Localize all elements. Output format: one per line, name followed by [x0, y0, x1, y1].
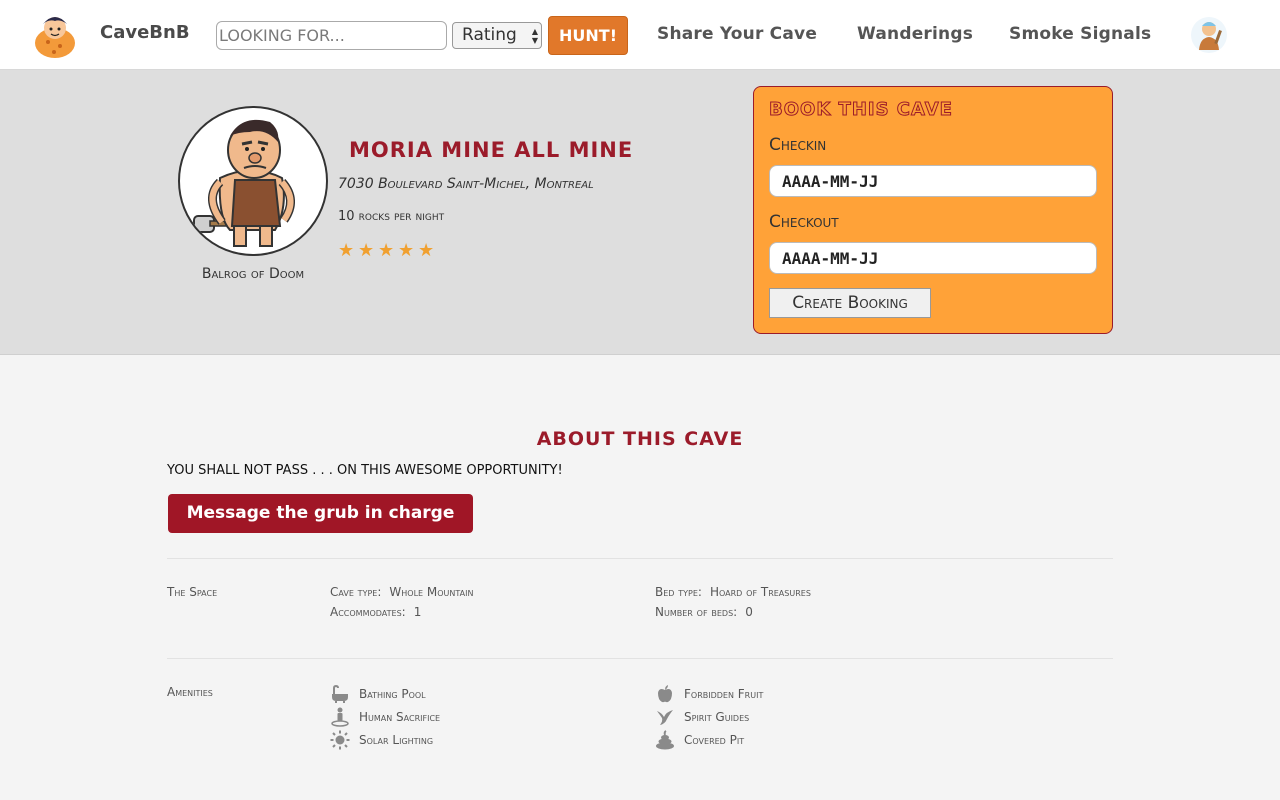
apple-icon	[658, 685, 672, 703]
beds-value: 0	[745, 605, 753, 619]
amenities-section-label: Amenities	[167, 685, 213, 699]
bed-type-value: Hoard of Treasures	[709, 585, 811, 599]
star-icon: ★	[418, 240, 436, 261]
checkout-label: Checkout	[769, 212, 839, 232]
divider	[167, 558, 1113, 559]
nav-link-wanderings[interactable]: Wanderings	[857, 24, 973, 44]
nav-link-smoke-signals[interactable]: Smoke Signals	[1009, 24, 1151, 44]
star-icon: ★	[398, 240, 416, 261]
about-description: YOU SHALL NOT PASS . . . ON THIS AWESOME…	[167, 463, 563, 478]
checkin-date-input[interactable]	[769, 165, 1097, 197]
caveman-illustration	[193, 119, 295, 247]
create-booking-button[interactable]: Create Booking	[769, 288, 931, 318]
sort-select[interactable]: Rating ▲ ▼	[452, 22, 542, 49]
amenity-label: Bathing Pool	[359, 687, 426, 701]
beds-key: Number of beds:	[655, 605, 738, 619]
brand-name[interactable]: CaveBnB	[100, 22, 190, 43]
search-input[interactable]	[216, 21, 447, 50]
amenity-item: Bathing Pool	[330, 684, 426, 704]
host-avatar[interactable]	[178, 106, 328, 256]
message-host-button[interactable]: Message the grub in charge	[168, 494, 473, 533]
poop-icon	[656, 730, 674, 750]
cave-type-key: Cave type:	[330, 585, 382, 599]
bird-icon	[657, 710, 673, 725]
star-icon: ★	[378, 240, 396, 261]
listing-hero: Balrog of Doom Moria Mine All Mine 7030 …	[0, 70, 1280, 355]
star-icon: ★	[338, 240, 356, 261]
bed-type-detail: Bed type: Hoard of Treasures	[655, 585, 811, 599]
cave-type-detail: Cave type: Whole Mountain	[330, 585, 473, 599]
amenity-item: Solar Lighting	[330, 730, 433, 750]
amenity-item: Covered Pit	[655, 730, 744, 750]
booking-panel: Book This Cave Checkin Checkout Create B…	[753, 86, 1113, 334]
sort-select-value: Rating	[462, 25, 517, 45]
accommodates-key: Accommodates:	[330, 605, 406, 619]
top-navbar: CaveBnB Rating ▲▼ HUNT! Share Your Cave …	[0, 0, 1280, 70]
accommodates-value: 1	[413, 605, 422, 619]
checkin-label: Checkin	[769, 135, 827, 155]
about-title: About This Cave	[536, 428, 744, 450]
caveman-logo-icon[interactable]	[30, 10, 80, 60]
divider	[167, 658, 1113, 659]
amenity-label: Human Sacrifice	[359, 710, 441, 724]
checkout-date-input[interactable]	[769, 242, 1097, 274]
amenity-item: Spirit Guides	[655, 707, 749, 727]
bed-type-key: Bed type:	[655, 585, 702, 599]
listing-address: 7030 Boulevard Saint-Michel, Montreal	[338, 176, 594, 192]
host-name: Balrog of Doom	[201, 266, 305, 282]
star-icon: ★	[358, 240, 376, 261]
updown-arrows-icon: ▲ ▼	[531, 27, 538, 45]
amenity-item: Human Sacrifice	[330, 707, 440, 727]
person-pin-icon	[331, 707, 349, 727]
amenity-label: Solar Lighting	[359, 733, 434, 747]
nav-link-share-your-cave[interactable]: Share Your Cave	[657, 24, 817, 44]
hunt-button[interactable]: HUNT!	[548, 16, 628, 55]
sun-icon	[330, 730, 350, 750]
accommodates-detail: Accommodates: 1	[330, 605, 421, 619]
beds-detail: Number of beds: 0	[655, 605, 753, 619]
amenity-label: Spirit Guides	[684, 710, 750, 724]
amenity-label: Forbidden Fruit	[684, 687, 764, 701]
cave-type-value: Whole Mountain	[389, 585, 474, 599]
booking-title: Book This Cave	[769, 99, 953, 121]
bath-icon	[332, 684, 348, 703]
amenity-label: Covered Pit	[684, 733, 745, 747]
listing-price: 10 rocks per night	[338, 209, 445, 224]
rating-stars: ★ ★ ★ ★ ★	[338, 240, 438, 261]
user-avatar[interactable]	[1190, 16, 1228, 54]
listing-title: Moria Mine All Mine	[349, 138, 634, 162]
amenity-item: Forbidden Fruit	[655, 684, 763, 704]
space-section-label: The Space	[167, 585, 218, 599]
